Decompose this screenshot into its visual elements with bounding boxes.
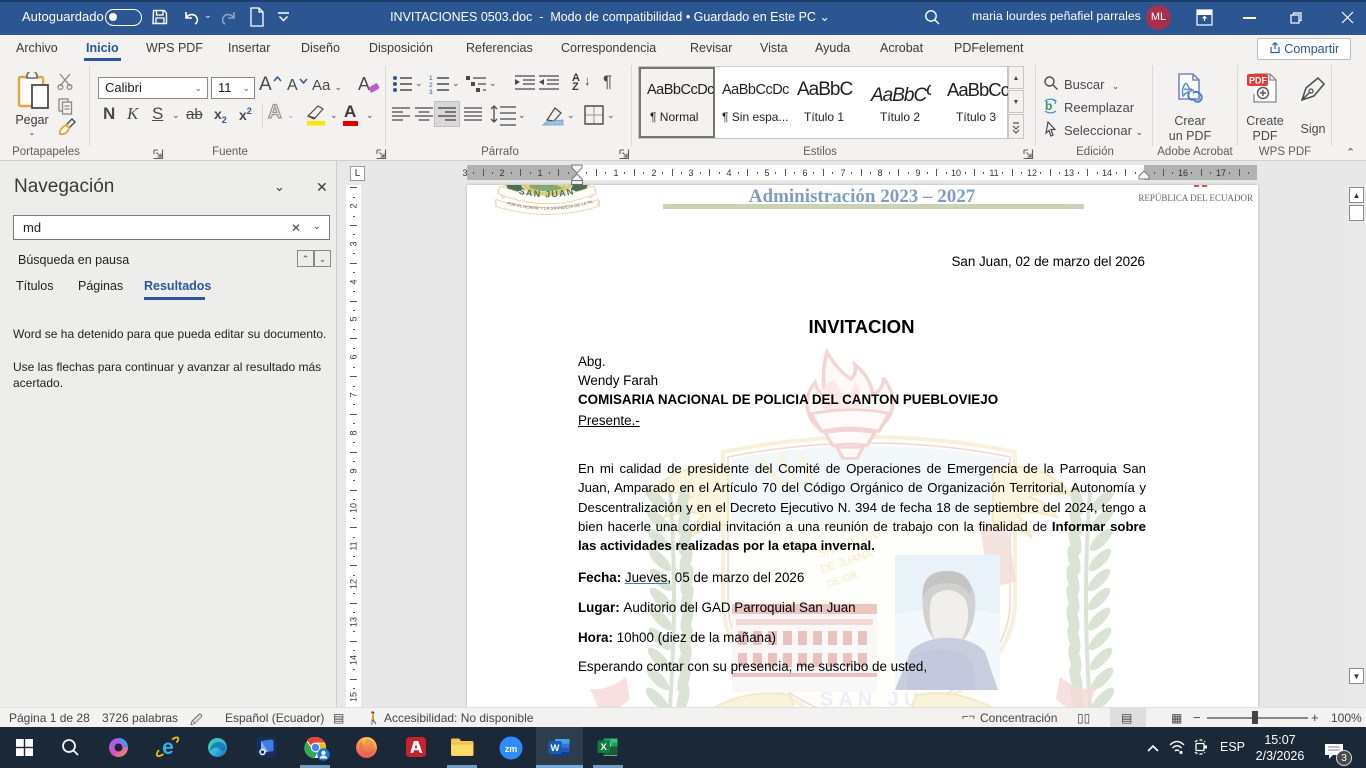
svg-text:zm: zm	[505, 744, 518, 754]
svg-text:X: X	[601, 742, 608, 753]
svg-text:3: 3	[429, 89, 433, 94]
svg-text:PDF: PDF	[1249, 76, 1268, 86]
svg-text:W: W	[551, 743, 560, 754]
svg-text:2: 2	[429, 82, 433, 89]
svg-text:b: b	[1045, 99, 1052, 113]
svg-text:1: 1	[429, 75, 433, 82]
